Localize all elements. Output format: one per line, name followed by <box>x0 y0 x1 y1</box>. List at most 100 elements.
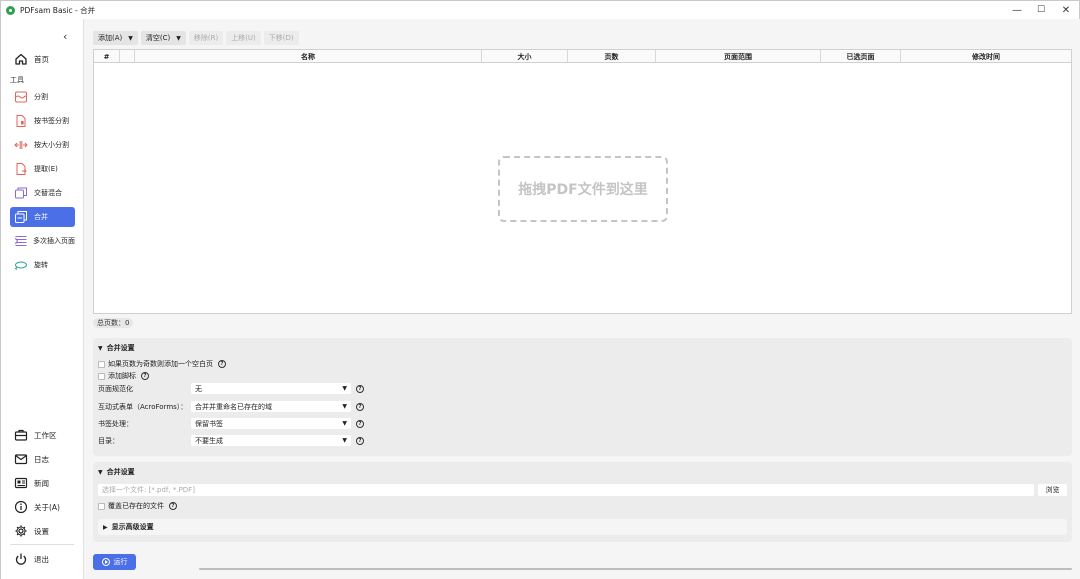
advanced-settings-toggle[interactable]: ▶ 显示高级设置 <box>98 519 1067 535</box>
sidebar-item-split-bookmarks[interactable]: 按书签分割 <box>10 111 75 131</box>
tools-section-label: 工具 <box>10 76 24 84</box>
destination-file-input[interactable]: 选择一个文件: [*.pdf, *.PDF] <box>98 484 1034 496</box>
chevron-down-icon: ▼ <box>342 403 347 410</box>
sidebar-item-label: 退出 <box>34 554 49 564</box>
move-down-button[interactable]: 下移(D) <box>263 31 299 45</box>
merge-icon <box>13 209 29 225</box>
sidebar-item-extract[interactable]: 提取(E) <box>10 159 75 179</box>
merge-settings-header[interactable]: ▼ 合并设置 <box>98 343 135 353</box>
overwrite-option[interactable]: 覆盖已存在的文件 ? <box>98 501 177 511</box>
workspace-icon <box>13 427 29 443</box>
sidebar-item-rotate[interactable]: 旋转 <box>10 255 75 275</box>
home-icon <box>13 51 29 67</box>
help-icon[interactable]: ? <box>356 419 364 428</box>
documents-table[interactable]: # 名称 大小 页数 页面范围 已选页面 修改时间 拖拽PDF文件到这里 <box>93 49 1072 314</box>
footer-option[interactable]: 添加脚标 ? <box>98 371 149 381</box>
split-size-icon <box>13 137 29 153</box>
output-settings-title: 合并设置 <box>106 468 135 476</box>
column-header-icon[interactable] <box>120 50 135 63</box>
help-icon[interactable]: ? <box>356 436 364 445</box>
help-icon[interactable]: ? <box>356 384 364 393</box>
sidebar-item-home[interactable]: 首页 <box>10 49 75 69</box>
app-window: PDFsam Basic - 合并 — ☐ ✕ ‹ 首页 工具 分割 按书签分割 <box>0 0 1080 579</box>
sidebar-item-split-size[interactable]: 按大小分割 <box>10 135 75 155</box>
output-settings-header[interactable]: ▼ 合并设置 <box>98 467 135 477</box>
sidebar-item-label: 新闻 <box>34 478 49 488</box>
toc-select[interactable]: 不要生成 ▼ <box>191 435 351 446</box>
advanced-settings-label: 显示高级设置 <box>111 523 154 531</box>
remove-button[interactable]: 移除(R) <box>188 31 224 45</box>
collapse-triangle-icon: ▼ <box>98 344 103 352</box>
bookmarks-label: 书签处理： <box>98 419 133 428</box>
sidebar-item-merge[interactable]: 合并 <box>10 207 75 227</box>
normalization-select[interactable]: 无 ▼ <box>191 383 351 394</box>
sidebar-item-news[interactable]: 新闻 <box>10 473 75 493</box>
toc-label: 目录： <box>98 436 119 445</box>
column-header-pages[interactable]: 页数 <box>568 50 656 63</box>
blank-page-option[interactable]: 如果页数为奇数则添加一个空白页 ? <box>98 359 226 369</box>
clear-button-label: 清空(C) <box>145 34 171 42</box>
browse-button[interactable]: 浏览 <box>1038 484 1067 496</box>
help-icon[interactable]: ? <box>141 372 149 380</box>
chevron-down-icon: ▼ <box>342 420 347 427</box>
clear-button[interactable]: 清空(C) ▼ <box>140 31 186 45</box>
sidebar-item-log[interactable]: 日志 <box>10 449 75 469</box>
blank-page-checkbox-label: 如果页数为奇数则添加一个空白页 <box>108 360 213 368</box>
footer-checkbox[interactable] <box>98 372 105 380</box>
page-count-badge: 总页数：0 <box>93 318 134 328</box>
column-header-index[interactable]: # <box>94 50 120 63</box>
toolbar: 添加(A) ▼ 清空(C) ▼ 移除(R) 上移(U) 下移(D) <box>93 31 299 45</box>
overwrite-checkbox[interactable] <box>98 502 105 510</box>
sidebar-item-settings[interactable]: 设置 <box>10 521 75 541</box>
alternate-mix-icon <box>13 185 29 201</box>
extract-icon <box>13 161 29 177</box>
help-icon[interactable]: ? <box>169 502 177 510</box>
drop-zone[interactable]: 拖拽PDF文件到这里 <box>498 156 668 222</box>
overwrite-checkbox-label: 覆盖已存在的文件 <box>108 502 164 510</box>
sidebar-item-label: 日志 <box>34 454 49 464</box>
main-area: 添加(A) ▼ 清空(C) ▼ 移除(R) 上移(U) 下移(D) # 名称 大… <box>83 19 1080 579</box>
rotate-icon <box>13 257 29 273</box>
sidebar-item-about[interactable]: 关于(A) <box>10 497 75 517</box>
chevron-down-icon: ▼ <box>342 385 347 392</box>
split-bookmarks-icon <box>13 113 29 129</box>
pdfsam-logo-icon <box>6 5 15 15</box>
column-header-size[interactable]: 大小 <box>482 50 568 63</box>
collapse-sidebar-icon[interactable]: ‹ <box>63 30 67 43</box>
sidebar-item-label: 工作区 <box>34 430 57 440</box>
normalization-row: 页面规范化 无 ▼ ? <box>98 383 364 394</box>
close-button[interactable]: ✕ <box>1051 1 1080 19</box>
title-bar: PDFsam Basic - 合并 — ☐ ✕ <box>1 1 1079 19</box>
column-header-modified[interactable]: 修改时间 <box>901 50 1071 63</box>
sidebar-item-label: 按大小分割 <box>34 141 69 149</box>
chevron-down-icon: ▼ <box>342 437 347 444</box>
blank-page-checkbox[interactable] <box>98 360 105 368</box>
toc-value: 不要生成 <box>195 436 223 445</box>
sidebar-item-label: 关于(A) <box>34 502 60 512</box>
sidebar-item-label: 合并 <box>34 213 48 221</box>
sidebar-item-exit[interactable]: 退出 <box>10 549 75 569</box>
sidebar-item-workspace[interactable]: 工作区 <box>10 425 75 445</box>
sidebar-item-insert-pages[interactable]: 多次插入页面 <box>10 231 75 251</box>
column-header-page-ranges[interactable]: 页面范围 <box>656 50 821 63</box>
acroforms-select[interactable]: 合并并重命名已存在的域 ▼ <box>191 401 351 412</box>
add-button-label: 添加(A) <box>98 34 123 42</box>
sidebar-item-alternate-mix[interactable]: 交替混合 <box>10 183 75 203</box>
move-up-button[interactable]: 上移(U) <box>226 31 261 45</box>
acroforms-value: 合并并重命名已存在的域 <box>195 402 272 411</box>
run-button[interactable]: 运行 <box>93 554 136 570</box>
help-icon[interactable]: ? <box>218 360 226 368</box>
merge-settings-title: 合并设置 <box>106 344 135 352</box>
sidebar-item-split[interactable]: 分割 <box>10 87 75 107</box>
add-button[interactable]: 添加(A) ▼ <box>93 31 138 45</box>
normalization-label: 页面规范化 <box>98 384 133 393</box>
bookmarks-select[interactable]: 保留书签 ▼ <box>191 418 351 429</box>
column-header-name[interactable]: 名称 <box>135 50 482 63</box>
play-icon <box>101 558 110 566</box>
column-header-selected-pages[interactable]: 已选页面 <box>821 50 901 63</box>
progress-bar <box>199 568 1072 570</box>
run-button-label: 运行 <box>113 558 128 566</box>
bookmarks-value: 保留书签 <box>195 419 223 428</box>
window-title: PDFsam Basic - 合并 <box>20 5 96 15</box>
help-icon[interactable]: ? <box>356 402 364 411</box>
